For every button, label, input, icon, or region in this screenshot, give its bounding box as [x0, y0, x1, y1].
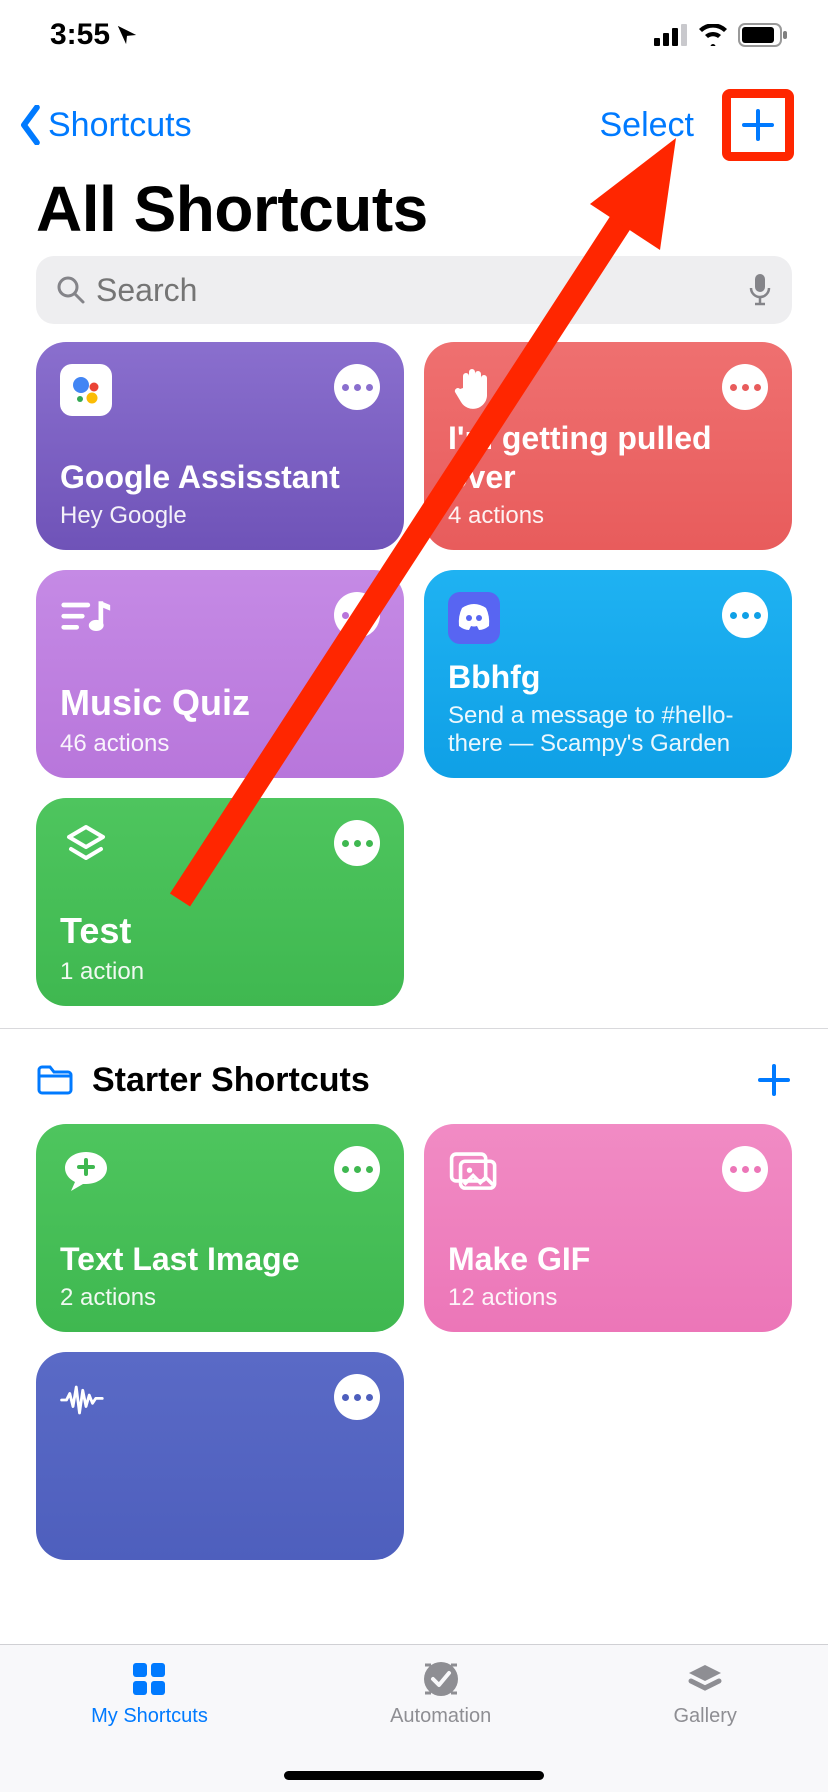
shortcuts-card[interactable]: Bbhfg Send a message to #hello-there — Sc…: [424, 570, 792, 778]
tab-my-shortcuts[interactable]: My Shortcuts: [91, 1657, 208, 1792]
status-bar: 3:55: [0, 0, 828, 70]
card-subtitle: 2 actions: [60, 1284, 380, 1312]
starter-add-button[interactable]: [756, 1062, 792, 1098]
card-title: Test: [60, 909, 380, 952]
card-more-button[interactable]: [334, 820, 380, 866]
automation-icon: [419, 1657, 463, 1701]
starter-section-title: Starter Shortcuts: [92, 1061, 370, 1100]
card-title: Text Last Image: [60, 1240, 380, 1278]
card-subtitle: Send a message to #hello-there — Scampy'…: [448, 702, 768, 758]
search-icon: [56, 275, 86, 305]
tab-gallery[interactable]: Gallery: [674, 1657, 737, 1792]
location-icon: [116, 24, 138, 46]
starter-shortcuts-grid: Text Last Image 2 actions Make GIF 12 actio…: [36, 1124, 792, 1560]
status-time-group: 3:55: [50, 18, 138, 52]
card-more-button[interactable]: [722, 1146, 768, 1192]
card-title: Make GIF: [448, 1240, 768, 1278]
card-subtitle: 4 actions: [448, 502, 768, 530]
plus-icon: [738, 105, 778, 145]
back-button[interactable]: Shortcuts: [18, 105, 192, 145]
status-time: 3:55: [50, 18, 110, 52]
tab-bar: My Shortcuts Automation Gallery: [0, 1644, 828, 1792]
shortcuts-card[interactable]: Music Quiz 46 actions: [36, 570, 404, 778]
nav-right: Select: [600, 89, 795, 161]
stack-icon: [60, 820, 112, 872]
microphone-icon[interactable]: [748, 273, 772, 307]
shortcuts-card[interactable]: I'm getting pulled over 4 actions: [424, 342, 792, 550]
wifi-icon: [698, 24, 728, 46]
shortcuts-card[interactable]: Test 1 action: [36, 798, 404, 1006]
hand-icon: [448, 364, 500, 416]
card-title: I'm getting pulled over: [448, 419, 768, 496]
msgplus-icon: [60, 1146, 112, 1198]
discord-icon: [448, 592, 500, 644]
starter-card[interactable]: Make GIF 12 actions: [424, 1124, 792, 1332]
music-icon: [60, 592, 112, 644]
starter-section-header[interactable]: Starter Shortcuts: [36, 1052, 792, 1108]
search-input[interactable]: [96, 272, 748, 309]
card-more-button[interactable]: [334, 1374, 380, 1420]
assistant-icon: [60, 364, 112, 416]
page-title: All Shortcuts: [36, 172, 428, 246]
cellular-icon: [654, 24, 688, 46]
card-more-button[interactable]: [334, 592, 380, 638]
home-indicator: [284, 1771, 544, 1780]
card-title: Music Quiz: [60, 681, 380, 724]
select-button[interactable]: Select: [600, 106, 695, 145]
shortcuts-grid: Google Assisstant Hey Google I'm getting p…: [36, 342, 792, 1006]
card-title: Bbhfg: [448, 658, 768, 696]
wave-icon: [60, 1374, 112, 1426]
tab-gallery-label: Gallery: [674, 1705, 737, 1728]
card-more-button[interactable]: [722, 592, 768, 638]
shortcuts-card[interactable]: Google Assisstant Hey Google: [36, 342, 404, 550]
card-subtitle: 1 action: [60, 958, 380, 986]
add-shortcut-button[interactable]: [722, 89, 794, 161]
starter-card[interactable]: [36, 1352, 404, 1560]
section-divider: [0, 1028, 828, 1029]
back-label: Shortcuts: [48, 106, 192, 145]
card-subtitle: Hey Google: [60, 502, 380, 530]
chevron-left-icon: [18, 105, 44, 145]
nav-bar: Shortcuts Select: [0, 90, 828, 160]
card-title: Google Assisstant: [60, 458, 380, 496]
starter-card[interactable]: Text Last Image 2 actions: [36, 1124, 404, 1332]
battery-icon: [738, 23, 788, 47]
card-more-button[interactable]: [334, 1146, 380, 1192]
folder-icon: [36, 1064, 74, 1096]
card-more-button[interactable]: [334, 364, 380, 410]
status-right: [654, 23, 788, 47]
card-subtitle: 12 actions: [448, 1284, 768, 1312]
tab-automation-label: Automation: [390, 1705, 491, 1728]
grid-icon: [127, 1657, 171, 1701]
card-subtitle: 46 actions: [60, 730, 380, 758]
tab-my-shortcuts-label: My Shortcuts: [91, 1705, 208, 1728]
gallery-icon: [683, 1657, 727, 1701]
search-bar[interactable]: [36, 256, 792, 324]
photos-icon: [448, 1146, 500, 1198]
card-more-button[interactable]: [722, 364, 768, 410]
